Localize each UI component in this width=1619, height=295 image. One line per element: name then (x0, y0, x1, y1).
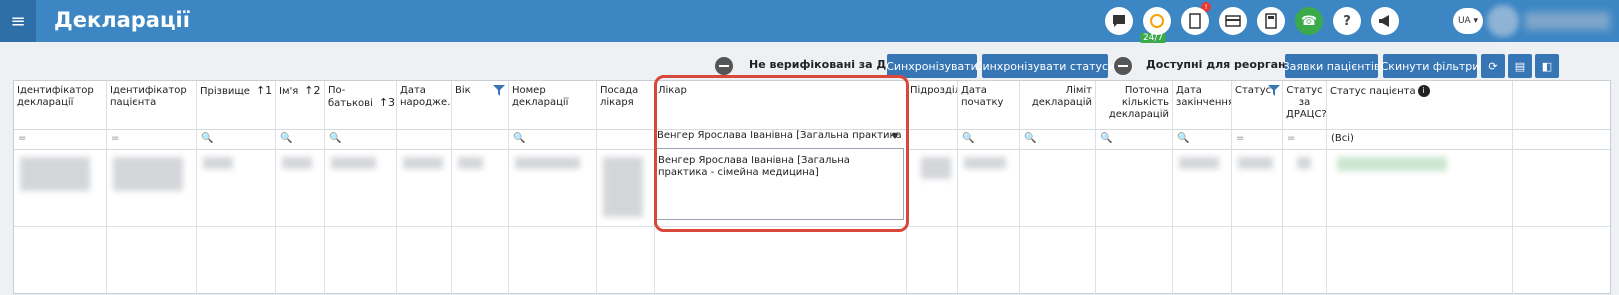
col-status: Статус = (1232, 81, 1283, 295)
patient-requests-button[interactable]: Заявки пацієнтів (1283, 54, 1380, 78)
columns-icon[interactable]: ◧ (1535, 54, 1559, 78)
header-decl-num[interactable]: Номер декларації (509, 81, 596, 130)
filter-age[interactable] (452, 130, 508, 150)
status-funnel-icon[interactable] (1268, 85, 1280, 96)
filter-actions (1513, 130, 1612, 150)
filter-status[interactable]: = (1232, 130, 1282, 150)
col-limit: Ліміт декларацій 🔍 (1020, 81, 1096, 295)
header-name[interactable]: Ім'я ↑2 (276, 81, 324, 130)
page-title: Декларації (54, 8, 190, 32)
reset-filters-button[interactable]: Скинути фільтри (1381, 54, 1479, 78)
help-icon[interactable]: ? (1333, 7, 1361, 35)
header-patient-id[interactable]: Ідентифікатор пацієнта (107, 81, 196, 130)
col-decl-id: Ідентифікатор декларації = (14, 81, 107, 295)
header-patronymic[interactable]: По-батькові ↑3 (325, 81, 396, 130)
top-bar: ≡ Декларації 24/7 ! ☎ ? UA ▾ (0, 0, 1619, 43)
header-end[interactable]: Дата закінчення (1173, 81, 1231, 130)
filter-birth[interactable] (397, 130, 451, 150)
col-drac: Статус за ДРАЦС? = (1283, 81, 1327, 295)
filter-limit[interactable]: 🔍 (1020, 130, 1095, 150)
header-decl-id[interactable]: Ідентифікатор декларації (14, 81, 106, 130)
header-position[interactable]: Посада лікаря (597, 81, 654, 130)
chat-icon[interactable] (1105, 7, 1133, 35)
header-drac[interactable]: Статус за ДРАЦС? (1283, 81, 1326, 130)
filter-drac[interactable]: = (1283, 130, 1326, 150)
filter-patronymic[interactable]: 🔍 (325, 130, 396, 150)
language-selector[interactable]: UA ▾ (1453, 8, 1483, 34)
col-birth: Дата народже... (397, 81, 452, 295)
col-actions (1513, 81, 1612, 295)
toggle-unverified[interactable] (715, 57, 733, 75)
header-pstatus[interactable]: Статус пацієнта i (1327, 81, 1512, 130)
header-current[interactable]: Поточна кількість декларацій (1096, 81, 1172, 130)
refresh-icon[interactable]: ⟳ (1481, 54, 1505, 78)
pdf-icon[interactable] (1181, 7, 1209, 35)
col-surname: Прізвище ↑1 🔍 (197, 81, 276, 295)
header-surname[interactable]: Прізвище ↑1 (197, 81, 275, 130)
header-birth[interactable]: Дата народже... (397, 81, 451, 130)
export-icon[interactable]: ▤ (1508, 54, 1532, 78)
card-icon[interactable] (1219, 7, 1247, 35)
filter-division[interactable] (907, 130, 957, 150)
col-name: Ім'я ↑2 🔍 (276, 81, 325, 295)
megaphone-icon[interactable] (1371, 7, 1399, 35)
col-patient-id: Ідентифікатор пацієнта = (107, 81, 197, 295)
header-limit[interactable]: Ліміт декларацій (1020, 81, 1095, 130)
filter-pstatus[interactable]: (Всі) (1327, 130, 1512, 150)
col-age: Вік (452, 81, 509, 295)
filter-funnel-icon[interactable] (493, 85, 505, 96)
helsi-logo-icon[interactable] (1143, 7, 1171, 35)
toggle-reorg[interactable] (1114, 57, 1132, 75)
filter-decl-num[interactable]: 🔍 (509, 130, 596, 150)
col-decl-num: Номер декларації 🔍 (509, 81, 597, 295)
filter-surname[interactable]: 🔍 (197, 130, 275, 150)
phone-icon[interactable]: ☎ (1295, 7, 1323, 35)
info-icon[interactable]: i (1417, 85, 1430, 97)
filter-position[interactable] (597, 130, 654, 150)
hamburger-icon[interactable]: ≡ (0, 0, 36, 42)
col-start: Дата початку 🔍 (958, 81, 1020, 295)
avatar[interactable] (1487, 5, 1519, 37)
col-pstatus: Статус пацієнта i (Всі) (1327, 81, 1513, 295)
col-position: Посада лікаря (597, 81, 655, 295)
col-patronymic: По-батькові ↑3 🔍 (325, 81, 397, 295)
highlight-box (654, 75, 909, 232)
grid-toolbar: Не верифіковані за ДРАЦС Синхронізувати … (0, 50, 1619, 78)
sync-status-button[interactable]: Синхронізувати статуси (975, 54, 1115, 78)
filter-name[interactable]: 🔍 (276, 130, 324, 150)
filter-current[interactable]: 🔍 (1096, 130, 1172, 150)
col-division: Підрозділ (907, 81, 958, 295)
header-division[interactable]: Підрозділ (907, 81, 957, 130)
filter-decl-id[interactable]: = (14, 130, 106, 150)
filter-patient-id[interactable]: = (107, 130, 196, 150)
filter-start[interactable]: 🔍 (958, 130, 1019, 150)
calculator-icon[interactable] (1257, 7, 1285, 35)
user-name (1525, 12, 1610, 30)
filter-end[interactable]: 🔍 (1173, 130, 1231, 150)
header-start[interactable]: Дата початку (958, 81, 1019, 130)
col-end: Дата закінчення 🔍 (1173, 81, 1232, 295)
col-current: Поточна кількість декларацій 🔍 (1096, 81, 1173, 295)
header-actions (1513, 81, 1612, 130)
